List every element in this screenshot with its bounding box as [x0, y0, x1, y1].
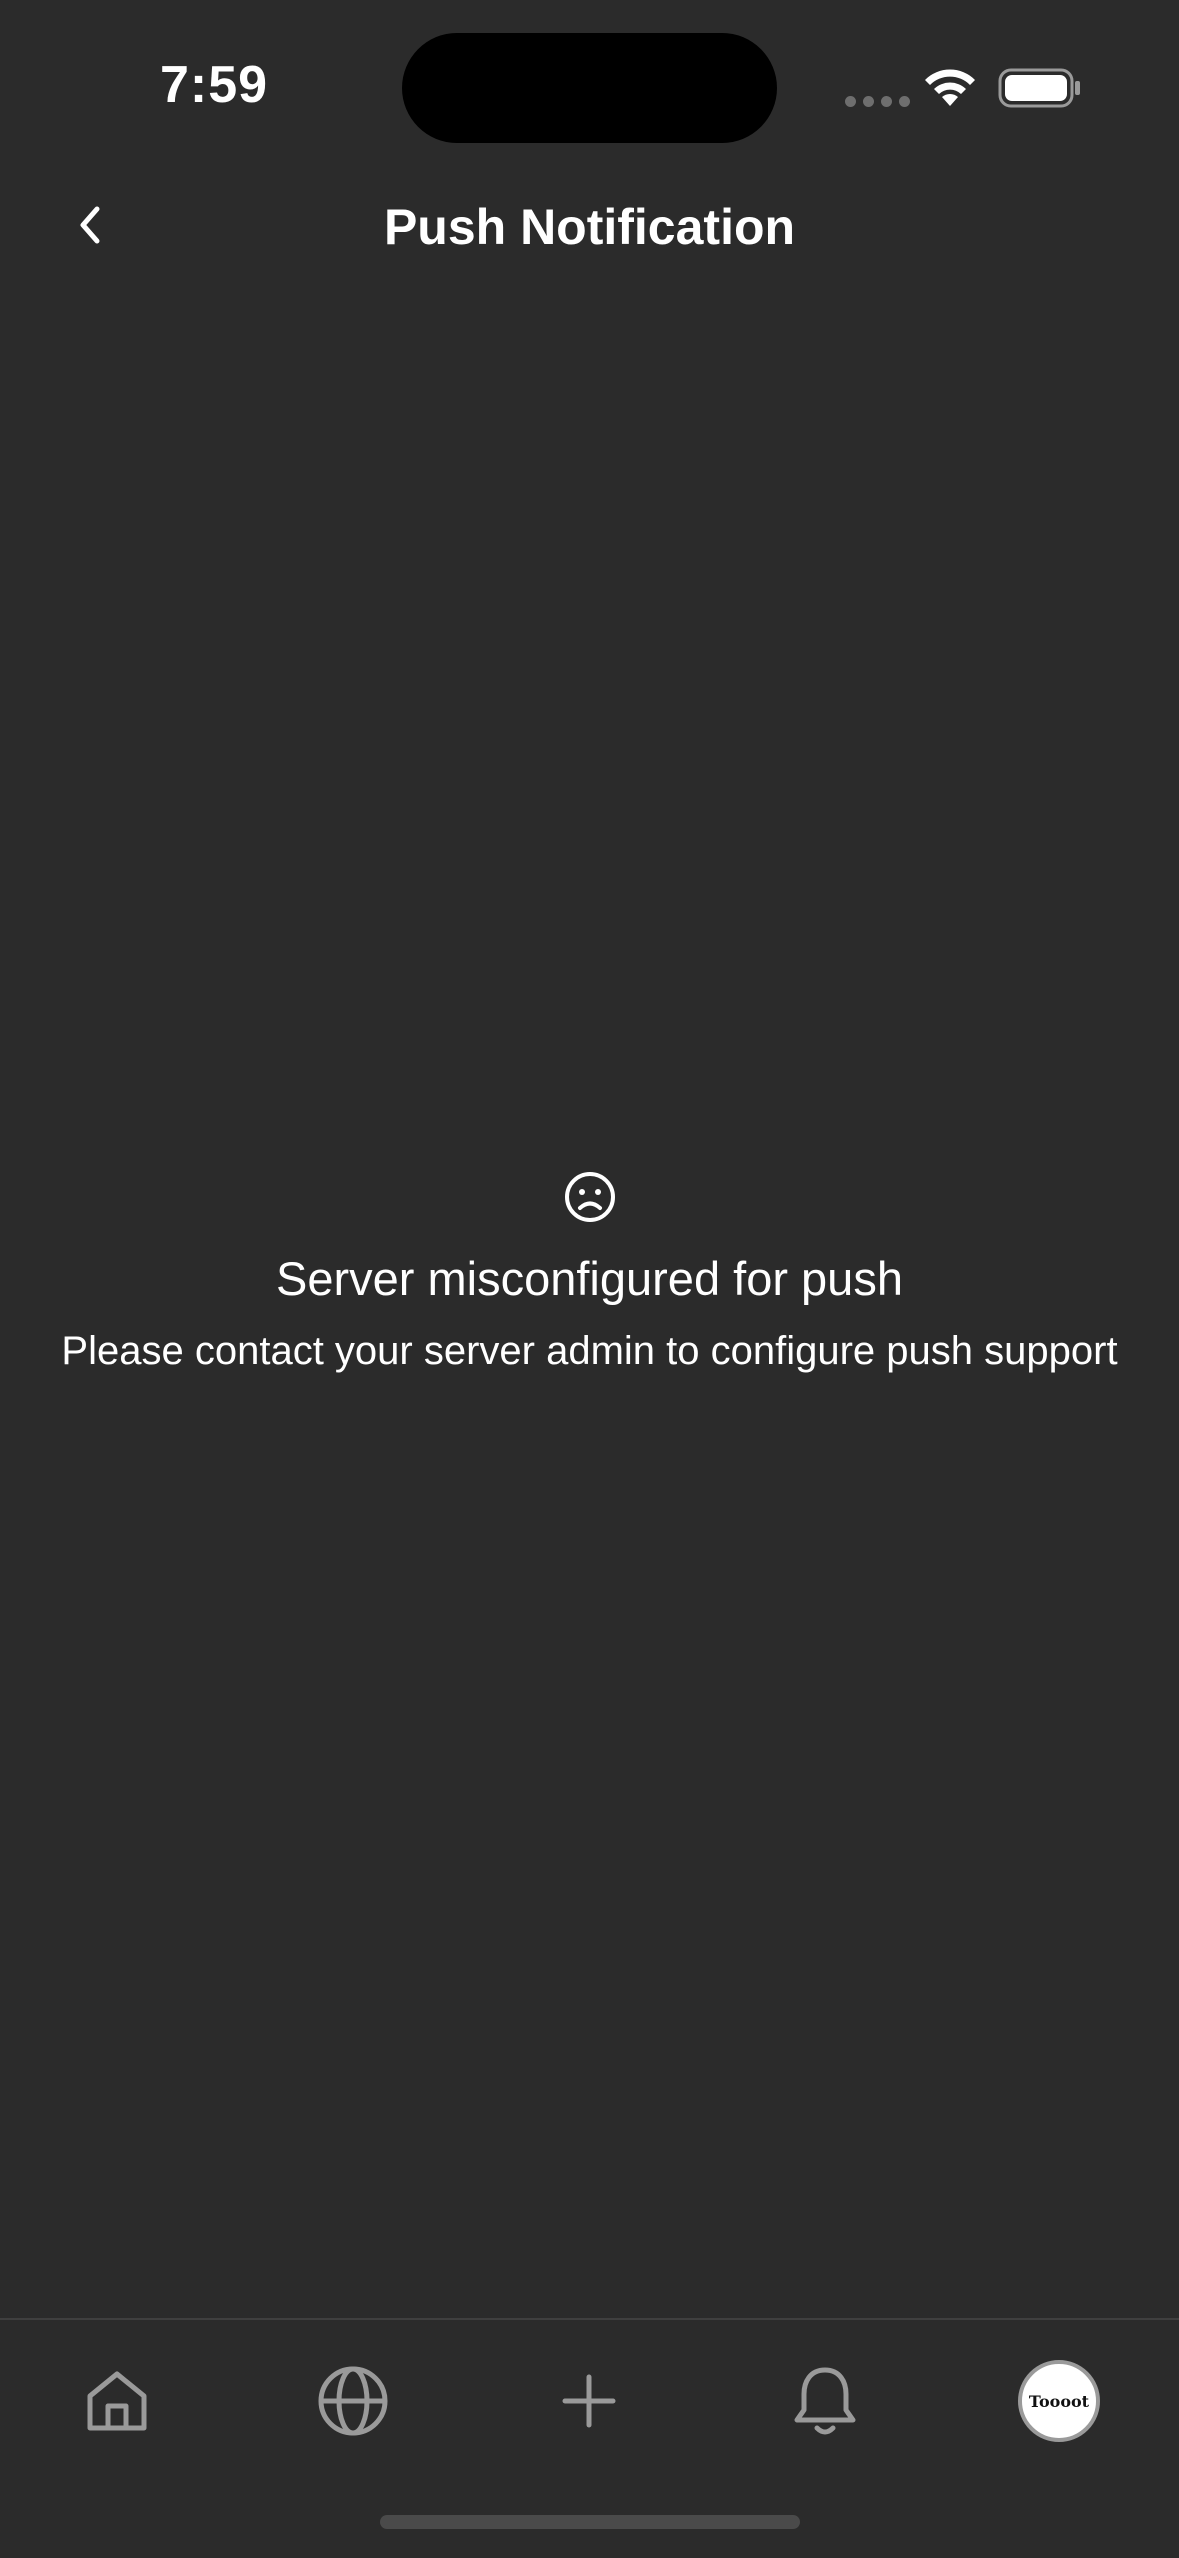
status-bar: 7:59 [0, 0, 1179, 170]
battery-icon [998, 68, 1080, 108]
tab-compose[interactable] [544, 2356, 634, 2446]
status-time: 7:59 [160, 56, 269, 114]
empty-state: Server misconfigured for push Please con… [0, 1170, 1179, 1381]
home-indicator[interactable] [380, 2515, 800, 2529]
page-title: Push Notification [383, 199, 796, 255]
tab-notifications[interactable] [780, 2356, 870, 2446]
dynamic-island [402, 33, 777, 143]
tab-profile[interactable]: Toooot [1014, 2356, 1104, 2446]
empty-state-title: Server misconfigured for push [276, 1252, 903, 1305]
globe-icon [318, 2366, 388, 2436]
sad-face-icon [564, 1172, 615, 1222]
navigation-bar: Push Notification [0, 170, 1179, 285]
avatar: Toooot [1018, 2360, 1100, 2442]
bell-icon [794, 2367, 856, 2435]
tab-home[interactable] [72, 2356, 162, 2446]
plus-icon [562, 2374, 616, 2428]
empty-state-description: Please contact your server admin to conf… [61, 1329, 1118, 1373]
tab-explore[interactable] [308, 2356, 398, 2446]
cellular-dots-icon [845, 96, 910, 107]
wifi-icon [925, 69, 975, 106]
home-icon [87, 2371, 147, 2431]
